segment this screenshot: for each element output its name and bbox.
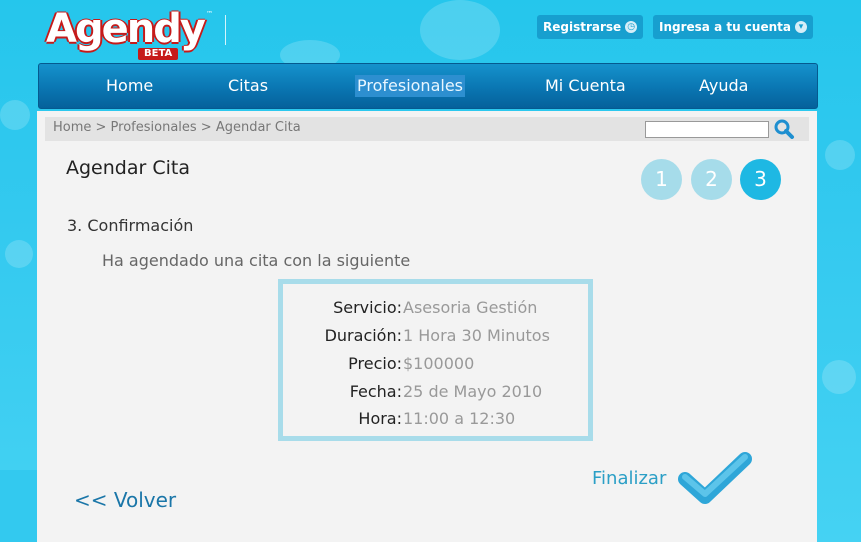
logo-trademark: ™ bbox=[206, 10, 213, 18]
register-button[interactable]: Registrarse ◷ bbox=[537, 15, 644, 39]
summary-value: 25 de Mayo 2010 bbox=[403, 382, 543, 401]
breadcrumb[interactable]: Home > Profesionales > Agendar Cita bbox=[53, 119, 301, 137]
summary-label: Duración: bbox=[324, 326, 402, 345]
background-bubble bbox=[0, 100, 30, 130]
breadcrumb-bar: Home > Profesionales > Agendar Cita bbox=[45, 117, 809, 141]
summary-label: Hora: bbox=[358, 409, 402, 428]
summary-row-fecha: Fecha: 25 de Mayo 2010 bbox=[283, 381, 588, 403]
appointment-summary: Servicio: Asesoria Gestión Duración: 1 H… bbox=[278, 279, 593, 441]
chevron-down-icon: ▾ bbox=[794, 21, 807, 33]
step-3[interactable]: 3 bbox=[740, 159, 781, 200]
step-1[interactable]: 1 bbox=[641, 159, 682, 200]
header-divider bbox=[225, 15, 226, 45]
nav-item-ayuda[interactable]: Ayuda bbox=[699, 75, 748, 97]
agendy-logo[interactable]: Agendy BETA ™ bbox=[46, 4, 226, 60]
summary-value: $100000 bbox=[403, 354, 475, 373]
summary-label: Servicio: bbox=[333, 298, 402, 317]
checkmark-icon[interactable] bbox=[677, 451, 753, 509]
summary-value: Asesoria Gestión bbox=[403, 298, 538, 317]
confirmation-intro: Ha agendado una cita con la siguiente bbox=[102, 251, 411, 270]
background-bubble bbox=[822, 360, 856, 394]
back-link[interactable]: << Volver bbox=[74, 488, 176, 512]
summary-row-duracion: Duración: 1 Hora 30 Minutos bbox=[283, 325, 588, 347]
logo-wordmark: Agendy bbox=[46, 6, 206, 52]
search-input[interactable] bbox=[645, 121, 769, 138]
nav-item-home[interactable]: Home bbox=[106, 75, 153, 97]
summary-row-hora: Hora: 11:00 a 12:30 bbox=[283, 408, 588, 430]
background-bubble bbox=[825, 140, 855, 170]
summary-label: Fecha: bbox=[349, 382, 402, 401]
logo-beta-badge: BETA bbox=[138, 48, 179, 60]
clock-icon: ◷ bbox=[625, 21, 638, 33]
nav-item-citas[interactable]: Citas bbox=[228, 75, 268, 97]
search-icon[interactable] bbox=[773, 119, 795, 139]
nav-item-profesionales[interactable]: Profesionales bbox=[355, 75, 465, 97]
page-margin bbox=[0, 470, 37, 542]
summary-label: Precio: bbox=[348, 354, 402, 373]
background-bubble bbox=[420, 0, 500, 60]
section-title: 3. Confirmación bbox=[67, 216, 194, 235]
login-button[interactable]: Ingresa a tu cuenta ▾ bbox=[653, 15, 813, 39]
page-title: Agendar Cita bbox=[66, 157, 190, 179]
login-label: Ingresa a tu cuenta bbox=[659, 20, 791, 34]
register-label: Registrarse bbox=[543, 20, 622, 34]
background-bubble bbox=[5, 240, 33, 268]
step-2[interactable]: 2 bbox=[691, 159, 732, 200]
finish-link[interactable]: Finalizar bbox=[592, 468, 666, 489]
summary-row-precio: Precio: $100000 bbox=[283, 353, 588, 375]
main-nav: Home Citas Profesionales Mi Cuenta Ayuda bbox=[38, 63, 818, 109]
summary-row-servicio: Servicio: Asesoria Gestión bbox=[283, 297, 588, 319]
summary-value: 1 Hora 30 Minutos bbox=[403, 326, 550, 345]
content-panel: Home > Profesionales > Agendar Cita Agen… bbox=[37, 111, 817, 542]
nav-item-mi-cuenta[interactable]: Mi Cuenta bbox=[545, 75, 626, 97]
summary-value: 11:00 a 12:30 bbox=[403, 409, 516, 428]
